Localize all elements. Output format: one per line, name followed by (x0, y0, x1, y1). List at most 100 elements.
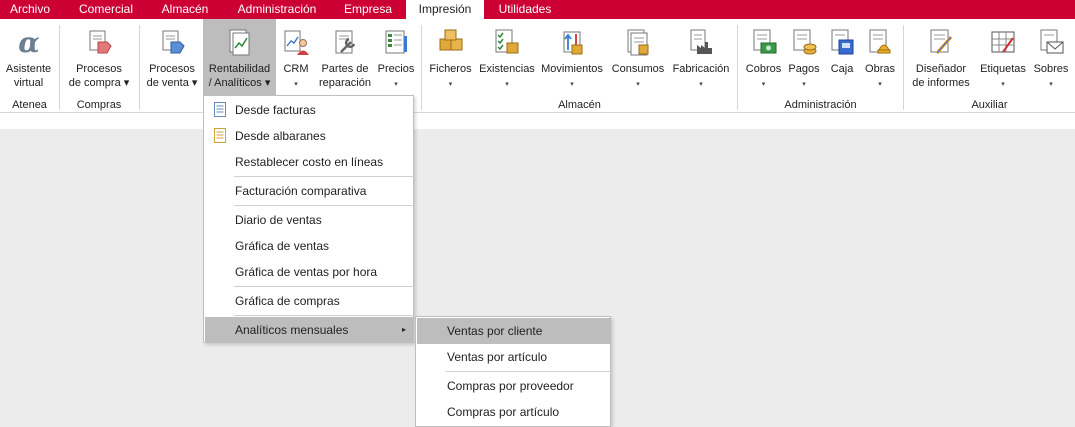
ficheros-button[interactable]: Ficheros ▾ (426, 19, 475, 95)
menu-item-label: Desde albaranes (235, 129, 326, 143)
menu-separator (234, 286, 414, 287)
asistente-virtual-button[interactable]: α Asistente virtual (2, 19, 55, 95)
menu-item-label: Restablecer costo en líneas (235, 155, 384, 169)
rentabilidad-analiticos-button[interactable]: Rentabilidad / Analíticos ▾ (203, 19, 276, 95)
menu-item-analiticos-mensuales[interactable]: Analíticos mensuales ▸ (205, 317, 414, 343)
envelope-icon (1040, 29, 1064, 54)
dropdown-arrow-icon: ▾ (448, 81, 453, 88)
group-label-atenea: Atenea (12, 99, 47, 111)
dropdown-arrow-icon: ▾ (1049, 81, 1053, 88)
tab-almacen[interactable]: Almacén (150, 0, 220, 19)
button-label: Precios (377, 63, 415, 75)
ribbon: α Asistente virtual Procesos de compra ▾ P… (0, 19, 1075, 113)
group-separator (421, 25, 422, 110)
checklist-box-icon (495, 29, 519, 54)
menu-item-restablecer-costo[interactable]: Restablecer costo en líneas (205, 149, 414, 175)
group-separator (59, 25, 60, 110)
button-label: Cobros (745, 63, 782, 75)
submenu-item-label: Ventas por artículo (447, 350, 548, 364)
group-label-auxiliar: Auxiliar (971, 99, 1008, 111)
menu-item-facturacion-comparativa[interactable]: Facturación comparativa (205, 178, 414, 204)
submenu-item-compras-articulo[interactable]: Compras por artículo (417, 399, 611, 425)
sobres-button[interactable]: Sobres ▾ (1031, 19, 1071, 95)
menu-item-grafica-ventas-hora[interactable]: Gráfica de ventas por hora (205, 259, 414, 285)
obras-button[interactable]: Obras ▾ (861, 19, 899, 95)
menu-separator (234, 176, 414, 177)
etiquetas-button[interactable]: Etiquetas ▾ (977, 19, 1029, 95)
submenu-item-label: Compras por artículo (447, 405, 560, 419)
menu-item-label: Gráfica de compras (235, 294, 340, 308)
dropdown-arrow-icon: ▾ (699, 81, 703, 88)
tab-comercial[interactable]: Comercial (68, 0, 144, 19)
button-label: Rentabilidad (208, 63, 271, 75)
button-label: / Analíticos ▾ (208, 77, 271, 89)
precios-button[interactable]: Precios ▾ (376, 19, 416, 95)
tab-utilidades[interactable]: Utilidades (488, 0, 562, 19)
dropdown-arrow-icon: ▾ (1001, 81, 1005, 88)
submenu-item-ventas-cliente[interactable]: Ventas por cliente (417, 318, 611, 344)
menu-item-label: Gráfica de ventas por hora (235, 265, 378, 279)
menu-item-diario-ventas[interactable]: Diario de ventas (205, 207, 414, 233)
procesos-compra-button[interactable]: Procesos de compra ▾ (64, 19, 134, 95)
ribbon-tab-bar: Archivo Comercial Almacén Administración… (0, 0, 1075, 19)
report-designer-icon (930, 29, 953, 54)
menu-item-desde-albaranes[interactable]: Desde albaranes (205, 123, 414, 149)
chart-document-icon (229, 29, 249, 56)
menu-item-desde-facturas[interactable]: Desde facturas (205, 97, 414, 123)
submenu-item-compras-proveedor[interactable]: Compras por proveedor (417, 373, 611, 399)
caja-button[interactable]: Caja (825, 19, 859, 95)
cash-register-icon (831, 29, 854, 55)
svg-text:α: α (18, 28, 40, 56)
group-label-administracion: Administración (784, 99, 857, 111)
factory-icon (690, 29, 712, 54)
button-label: Partes de (321, 63, 369, 75)
group-label-almacen: Almacén (558, 99, 601, 111)
alpha-icon: α (18, 28, 40, 56)
dropdown-arrow-icon: ▾ (505, 81, 509, 88)
pagos-button[interactable]: Pagos ▾ (786, 19, 822, 95)
crm-user-icon (284, 30, 309, 55)
tab-archivo[interactable]: Archivo (0, 0, 60, 19)
tab-empresa[interactable]: Empresa (334, 0, 402, 19)
fabricacion-button[interactable]: Fabricación ▾ (669, 19, 733, 95)
sales-tag-icon (162, 30, 185, 54)
partes-reparacion-button[interactable]: Partes de reparación (317, 19, 373, 95)
menu-separator (234, 315, 414, 316)
menu-item-grafica-ventas[interactable]: Gráfica de ventas (205, 233, 414, 259)
procesos-venta-button[interactable]: Procesos de venta ▾ (143, 19, 201, 95)
delivery-note-icon (214, 128, 226, 143)
button-label: Diseñador (915, 63, 967, 75)
disenador-informes-button[interactable]: Diseñador de informes (908, 19, 974, 95)
dropdown-arrow-icon: ▾ (761, 81, 766, 88)
button-label: CRM (283, 63, 309, 75)
button-label: Obras (865, 63, 895, 75)
tab-administracion[interactable]: Administración (226, 0, 328, 19)
button-label: Movimientos (541, 63, 603, 75)
cash-document-icon (753, 29, 776, 54)
button-label: de venta ▾ (146, 77, 198, 89)
submenu-item-label: Compras por proveedor (447, 379, 574, 393)
dropdown-arrow-icon: ▾ (294, 81, 298, 88)
construction-document-icon (869, 29, 891, 54)
menu-item-label: Analíticos mensuales (235, 323, 349, 337)
button-label: de informes (912, 77, 970, 89)
menu-item-label: Gráfica de ventas (235, 239, 330, 253)
consumos-button[interactable]: Consumos ▾ (609, 19, 667, 95)
button-label: Etiquetas (980, 63, 1026, 75)
group-separator (737, 25, 738, 110)
menu-item-label: Diario de ventas (235, 213, 322, 227)
purchase-tag-icon (89, 30, 112, 54)
menu-item-grafica-compras[interactable]: Gráfica de compras (205, 288, 414, 314)
button-label: reparación (319, 77, 371, 89)
button-label: Existencias (479, 63, 535, 75)
boxes-icon (439, 29, 462, 51)
button-label: Fabricación (672, 63, 730, 75)
submenu-item-ventas-articulo[interactable]: Ventas por artículo (417, 344, 611, 370)
crm-button[interactable]: CRM ▾ (278, 19, 314, 95)
movimientos-button[interactable]: Movimientos ▾ (538, 19, 606, 95)
wrench-document-icon (335, 30, 356, 54)
existencias-button[interactable]: Existencias ▾ (477, 19, 537, 95)
cobros-button[interactable]: Cobros ▾ (742, 19, 785, 95)
tab-impresion[interactable]: Impresión (406, 0, 484, 19)
ribbon-footer-strip (0, 113, 1075, 129)
